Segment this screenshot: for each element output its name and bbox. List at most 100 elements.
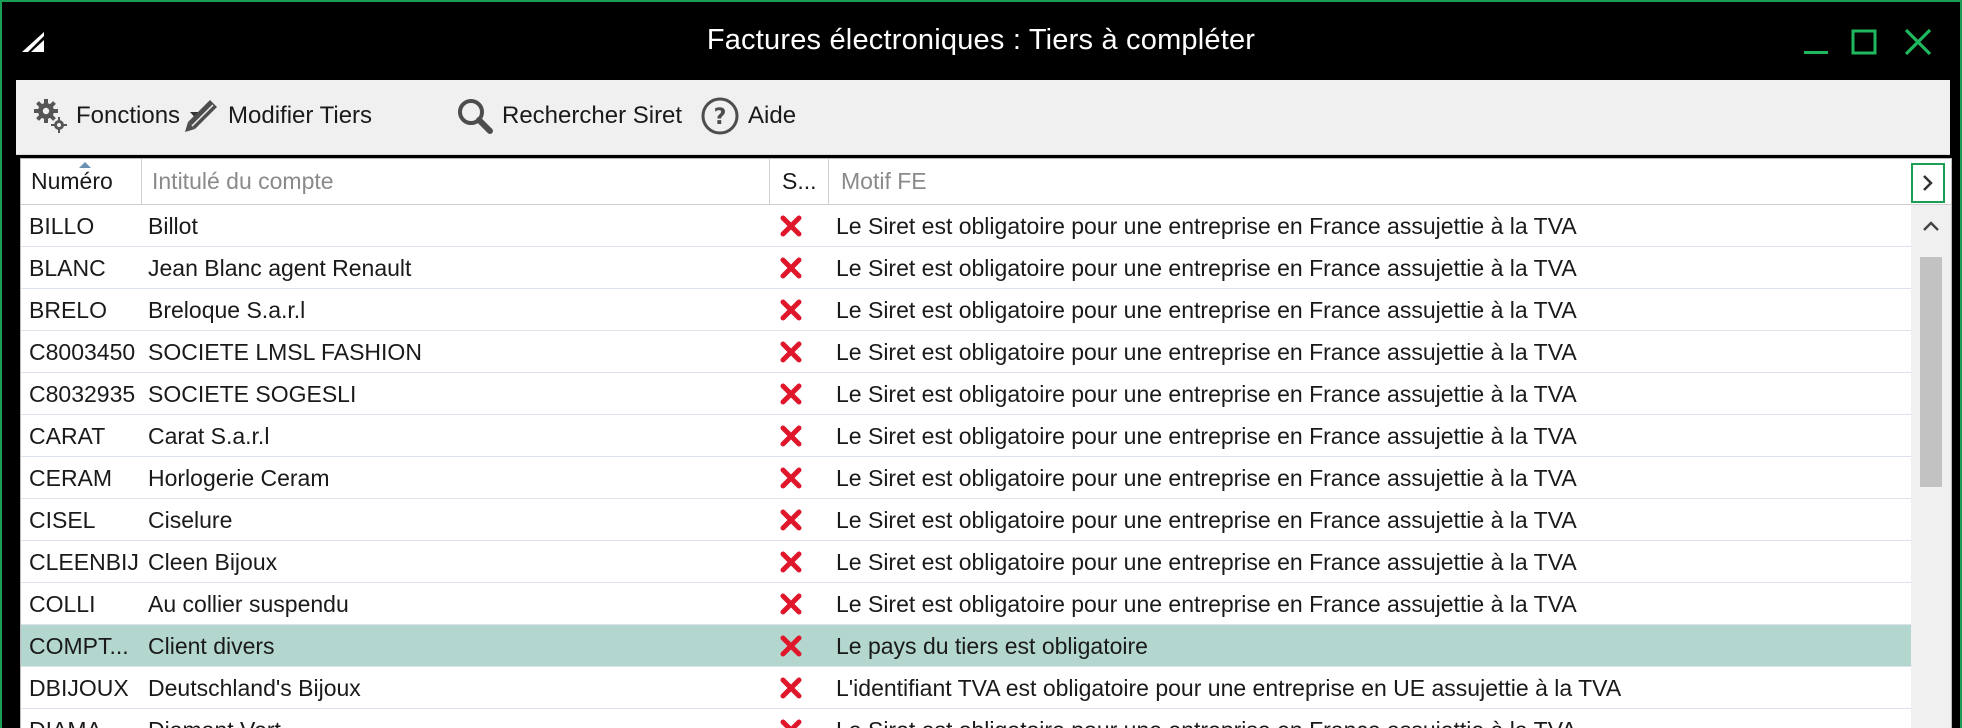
cell-motif: Le Siret est obligatoire pour une entrep… (836, 213, 1577, 239)
table-row[interactable]: CARAT Carat S.a.r.l Le Siret est obligatoi… (21, 415, 1911, 457)
cell-numero: C8032935 (29, 381, 136, 407)
cell-numero: DBIJOUX (29, 675, 129, 701)
cell-motif: Le Siret est obligatoire pour une entrep… (836, 255, 1577, 281)
red-x-icon (780, 467, 802, 489)
app-window: Factures électroniques : Tiers à complét… (0, 0, 1962, 728)
toolbar: Fonctions Modifier Tiers Rechercher Sire… (16, 80, 1950, 155)
table-row[interactable]: DBIJOUX Deutschland's Bijoux L'identifiant… (21, 667, 1911, 709)
red-x-icon (780, 215, 802, 237)
red-x-icon (780, 719, 802, 728)
table-row[interactable]: DIAMA Diamant Vert Le Siret est obligatoir… (21, 709, 1911, 728)
help-button[interactable]: ? Aide (700, 96, 796, 136)
tiers-grid: Numéro Intitulé du compte S... Motif FE … (20, 158, 1952, 728)
close-button[interactable] (1900, 24, 1936, 60)
cell-numero: BILLO (29, 213, 95, 239)
chevron-up-icon[interactable] (1921, 219, 1941, 233)
cell-intitule: Breloque S.a.r.l (148, 297, 306, 323)
cell-motif: Le Siret est obligatoire pour une entrep… (836, 717, 1577, 728)
sort-ascending-icon (79, 162, 91, 168)
cell-intitule: Ciselure (148, 507, 233, 533)
cell-intitule: Cleen Bijoux (148, 549, 278, 575)
vertical-scrollbar[interactable] (1911, 205, 1951, 728)
red-x-icon (780, 383, 802, 405)
cell-numero: CLEENBIJ (29, 549, 139, 575)
help-label: Aide (748, 102, 797, 129)
cell-intitule: Diamant Vert (148, 717, 281, 728)
functions-label: Fonctions (76, 102, 181, 129)
cell-numero: DIAMA (29, 717, 102, 728)
cell-intitule: Carat S.a.r.l (148, 423, 270, 449)
cell-intitule: Billot (148, 213, 198, 239)
grid-header: Numéro Intitulé du compte S... Motif FE (21, 159, 1951, 205)
cell-intitule: Client divers (148, 633, 275, 659)
table-row[interactable]: CLEENBIJ Cleen Bijoux Le Siret est obligat… (21, 541, 1911, 583)
cell-motif: Le Siret est obligatoire pour une entrep… (836, 423, 1577, 449)
cell-numero: CISEL (29, 507, 96, 533)
cell-numero: COLLI (29, 591, 96, 617)
cell-motif: Le Siret est obligatoire pour une entrep… (836, 381, 1577, 407)
column-expand-button[interactable] (1911, 163, 1945, 203)
table-row[interactable]: BILLO Billot Le Siret est obligatoire pour… (21, 205, 1911, 247)
minimize-icon (1804, 51, 1828, 54)
column-header-motif-label: Motif FE (841, 168, 927, 194)
cell-numero: COMPT... (29, 633, 129, 659)
red-x-icon (780, 677, 802, 699)
table-row[interactable]: CISEL Ciselure Le Siret est obligatoire po… (21, 499, 1911, 541)
table-row[interactable]: COLLI Au collier suspendu Le Siret est obl… (21, 583, 1911, 625)
cell-motif: Le Siret est obligatoire pour une entrep… (836, 465, 1577, 491)
column-header-numero[interactable]: Numéro (21, 159, 142, 204)
table-row[interactable]: CERAM Horlogerie Ceram Le Siret est obliga… (21, 457, 1911, 499)
scrollbar-thumb[interactable] (1920, 257, 1942, 487)
close-icon (1904, 28, 1932, 56)
table-row[interactable]: C8003450 SOCIETE LMSL FASHION Le Siret est… (21, 331, 1911, 373)
edit-tiers-label: Modifier Tiers (228, 102, 373, 129)
cell-intitule: SOCIETE LMSL FASHION (148, 339, 422, 365)
column-header-numero-label: Numéro (31, 168, 113, 194)
cell-motif: Le Siret est obligatoire pour une entrep… (836, 297, 1577, 323)
column-header-motif[interactable]: Motif FE (829, 159, 1911, 204)
red-x-icon (780, 299, 802, 321)
red-x-icon (780, 551, 802, 573)
maximize-icon (1851, 29, 1877, 55)
red-x-icon (780, 635, 802, 657)
red-x-icon (780, 341, 802, 363)
table-row[interactable]: COMPT... Client divers Le pays du tiers es… (21, 625, 1911, 667)
svg-text:?: ? (714, 105, 727, 130)
red-x-icon (780, 593, 802, 615)
minimize-button[interactable] (1798, 24, 1834, 60)
table-row[interactable]: C8032935 SOCIETE SOGESLI Le Siret est obli… (21, 373, 1911, 415)
pencil-icon (185, 100, 217, 132)
table-row[interactable]: BRELO Breloque S.a.r.l Le Siret est obliga… (21, 289, 1911, 331)
title-bar[interactable]: Factures électroniques : Tiers à complét… (2, 2, 1960, 80)
cell-numero: CERAM (29, 465, 113, 491)
search-siret-label: Rechercher Siret (502, 102, 683, 129)
cell-intitule: Jean Blanc agent Renault (148, 255, 412, 281)
magnifier-icon (458, 99, 493, 134)
cell-numero: C8003450 (29, 339, 136, 365)
cell-numero: BLANC (29, 255, 106, 281)
cell-intitule: Horlogerie Ceram (148, 465, 330, 491)
cell-numero: CARAT (29, 423, 106, 449)
cell-intitule: SOCIETE SOGESLI (148, 381, 357, 407)
table-row[interactable]: BLANC Jean Blanc agent Renault Le Siret es… (21, 247, 1911, 289)
cell-motif: Le pays du tiers est obligatoire (836, 633, 1148, 659)
search-siret-button[interactable]: Rechercher Siret (456, 96, 682, 136)
edit-tiers-button[interactable]: Modifier Tiers (182, 96, 372, 136)
cell-intitule: Au collier suspendu (148, 591, 349, 617)
column-header-intitule[interactable]: Intitulé du compte (142, 159, 770, 204)
column-header-statut-label: S... (782, 168, 817, 194)
column-header-statut[interactable]: S... (770, 159, 829, 204)
cell-motif: Le Siret est obligatoire pour une entrep… (836, 591, 1577, 617)
maximize-button[interactable] (1846, 24, 1882, 60)
cell-motif: L'identifiant TVA est obligatoire pour u… (836, 675, 1622, 701)
column-header-intitule-label: Intitulé du compte (152, 168, 334, 194)
cell-motif: Le Siret est obligatoire pour une entrep… (836, 339, 1577, 365)
red-x-icon (780, 257, 802, 279)
red-x-icon (780, 425, 802, 447)
cell-numero: BRELO (29, 297, 107, 323)
grid-body: BILLO Billot Le Siret est obligatoire pour… (21, 205, 1911, 728)
window-title: Factures électroniques : Tiers à complét… (706, 24, 1256, 56)
chevron-right-icon (1923, 175, 1933, 191)
cell-motif: Le Siret est obligatoire pour une entrep… (836, 549, 1577, 575)
question-circle-icon: ? (701, 97, 739, 135)
